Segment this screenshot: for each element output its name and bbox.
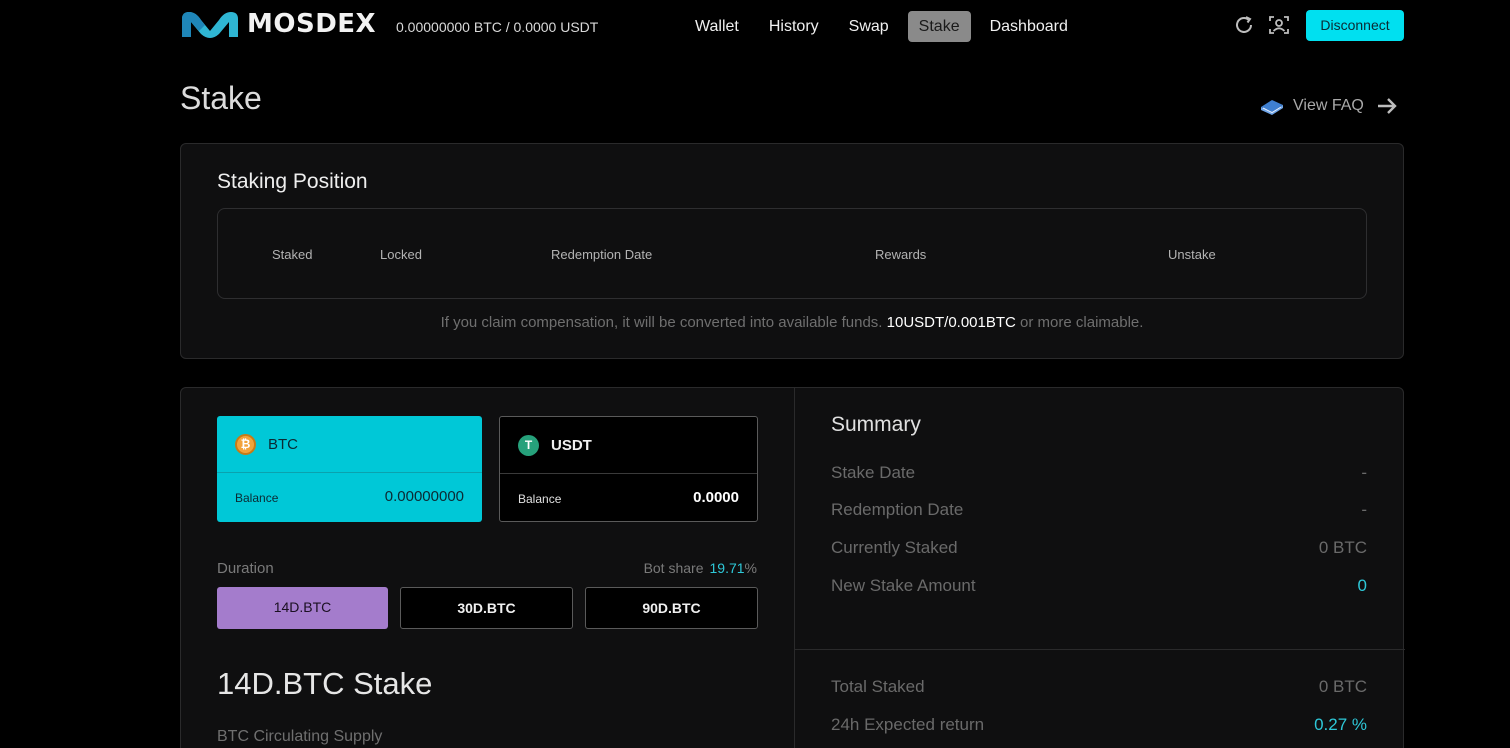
balance-label: Balance [518, 492, 562, 506]
bot-share-value: 19.71 [709, 560, 745, 576]
duration-30d-button[interactable]: 30D.BTC [400, 587, 573, 629]
nav-wallet[interactable]: Wallet [684, 11, 750, 42]
summary-value: - [1361, 463, 1367, 482]
summary-divider [795, 649, 1405, 650]
summary-label: Redemption Date [831, 500, 964, 519]
summary-value: 0 BTC [1318, 677, 1367, 696]
column-header-redemption-date: Redemption Date [551, 247, 653, 262]
column-header-unstake: Unstake [1168, 247, 1216, 262]
token-symbol: USDT [551, 436, 592, 454]
staking-position-table: Staked Locked Redemption Date Rewards Un… [217, 208, 1367, 299]
summary-label: 24h Expected return [831, 715, 985, 734]
bot-share-unit: % [744, 560, 757, 576]
summary-label: New Stake Amount [831, 576, 976, 595]
summary-row-redemption-date: Redemption Date - [831, 500, 1367, 520]
face-id-icon[interactable] [1268, 14, 1290, 36]
summary-label: Total Staked [831, 677, 925, 696]
arrow-right-icon [1377, 98, 1397, 114]
token-option-btc[interactable]: ₿ BTC Balance 0.00000000 [217, 416, 482, 522]
summary-label: Stake Date [831, 463, 916, 482]
page-title: Stake [180, 80, 262, 116]
vertical-divider [794, 388, 795, 748]
compensation-note-prefix: If you claim compensation, it will be co… [440, 314, 887, 331]
nav-dashboard[interactable]: Dashboard [979, 11, 1079, 42]
summary-row-currently-staked: Currently Staked 0 BTC [831, 538, 1367, 558]
compensation-note-suffix: or more claimable. [1015, 314, 1144, 331]
bot-share: Bot share 19.71% [644, 560, 757, 576]
token-header: ₿ BTC [217, 416, 482, 473]
balance-value: 0.00000000 [384, 488, 464, 505]
token-option-usdt[interactable]: T USDT Balance 0.0000 [499, 416, 758, 522]
circulating-supply-label: BTC Circulating Supply [217, 728, 383, 745]
bot-share-label: Bot share [643, 560, 704, 576]
duration-90d-button[interactable]: 90D.BTC [585, 587, 758, 629]
refresh-icon[interactable] [1233, 14, 1255, 36]
column-header-rewards: Rewards [875, 247, 927, 262]
summary-title: Summary [831, 413, 921, 436]
nav-swap[interactable]: Swap [838, 11, 900, 42]
summary-value: 0 [1357, 576, 1367, 595]
book-icon [1261, 100, 1283, 115]
summary-label: Currently Staked [831, 538, 958, 557]
brand-name: MOSDEX [247, 9, 377, 39]
nav-history[interactable]: History [758, 11, 830, 42]
disconnect-button[interactable]: Disconnect [1306, 10, 1404, 41]
staking-position-title: Staking Position [217, 170, 368, 193]
token-header: T USDT [500, 417, 757, 474]
summary-row-total-staked: Total Staked 0 BTC [831, 677, 1367, 697]
duration-label: Duration [217, 560, 274, 577]
compensation-note: If you claim compensation, it will be co… [181, 314, 1403, 331]
balance-value: 0.0000 [693, 489, 739, 506]
stake-card: ₿ BTC Balance 0.00000000 T USDT Balance … [180, 387, 1405, 748]
summary-value: 0.27 % [1314, 715, 1367, 734]
token-symbol: BTC [268, 435, 298, 453]
balance-label: Balance [235, 491, 279, 505]
tether-icon: T [518, 434, 539, 456]
view-faq-label: View FAQ [1293, 97, 1364, 114]
compensation-threshold: 10USDT/0.001BTC [886, 314, 1016, 331]
duration-14d-button[interactable]: 14D.BTC [217, 587, 388, 629]
column-header-locked: Locked [380, 247, 422, 262]
bitcoin-icon: ₿ [235, 433, 256, 455]
main-nav: Wallet History Swap Stake Dashboard [684, 11, 1087, 42]
summary-row-new-stake-amount: New Stake Amount 0 [831, 576, 1367, 596]
brand-logo[interactable]: MOSDEX [179, 9, 376, 39]
nav-stake[interactable]: Stake [907, 11, 971, 42]
summary-row-expected-return: 24h Expected return 0.27 % [831, 715, 1367, 735]
staking-position-card: Staking Position Staked Locked Redemptio… [180, 143, 1404, 359]
wallet-balance: 0.00000000 BTC / 0.0000 USDT [396, 19, 599, 35]
summary-row-stake-date: Stake Date - [831, 463, 1367, 483]
top-navbar: MOSDEX 0.00000000 BTC / 0.0000 USDT Wall… [0, 0, 1510, 52]
view-faq-link[interactable]: View FAQ [1259, 96, 1398, 116]
summary-value: 0 BTC [1318, 538, 1367, 557]
summary-value: - [1361, 500, 1367, 519]
column-header-staked: Staked [272, 247, 313, 262]
stake-title: 14D.BTC Stake [217, 666, 433, 701]
mosdex-logo-icon [182, 12, 238, 38]
